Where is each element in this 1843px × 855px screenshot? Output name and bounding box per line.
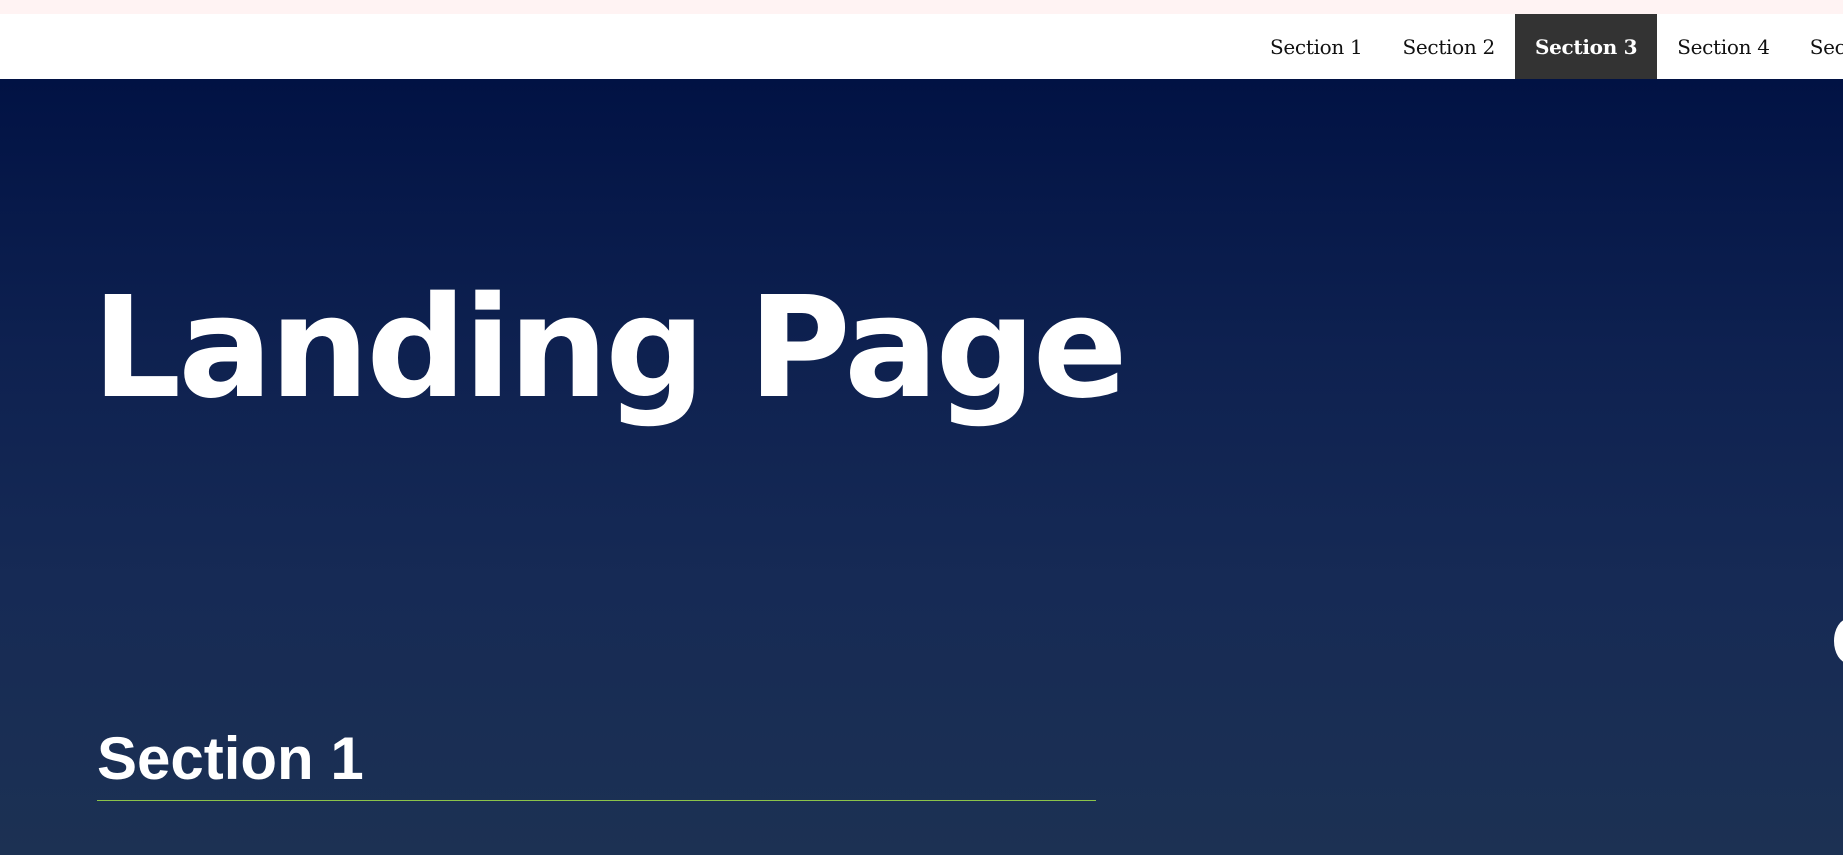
nav-list: Section 1 Section 2 Section 3 Section 4 … xyxy=(1250,14,1843,79)
section-heading: Section 1 xyxy=(97,725,364,792)
nav-item-section-1[interactable]: Section 1 xyxy=(1250,14,1382,79)
page-title: Landing Page xyxy=(92,267,1128,430)
navbar: Section 1 Section 2 Section 3 Section 4 … xyxy=(0,14,1843,79)
heading-underline xyxy=(97,800,1096,801)
nav-item-section-3[interactable]: Section 3 xyxy=(1514,14,1658,79)
hero-section: Landing Page Section 1 xyxy=(0,79,1843,855)
nav-item-section-4[interactable]: Section 4 xyxy=(1657,14,1789,79)
edge-fragment xyxy=(1834,619,1843,663)
nav-item-section-2[interactable]: Section 2 xyxy=(1382,14,1514,79)
nav-item-section-5[interactable]: Sectio xyxy=(1790,14,1843,79)
top-stripe xyxy=(0,0,1843,14)
